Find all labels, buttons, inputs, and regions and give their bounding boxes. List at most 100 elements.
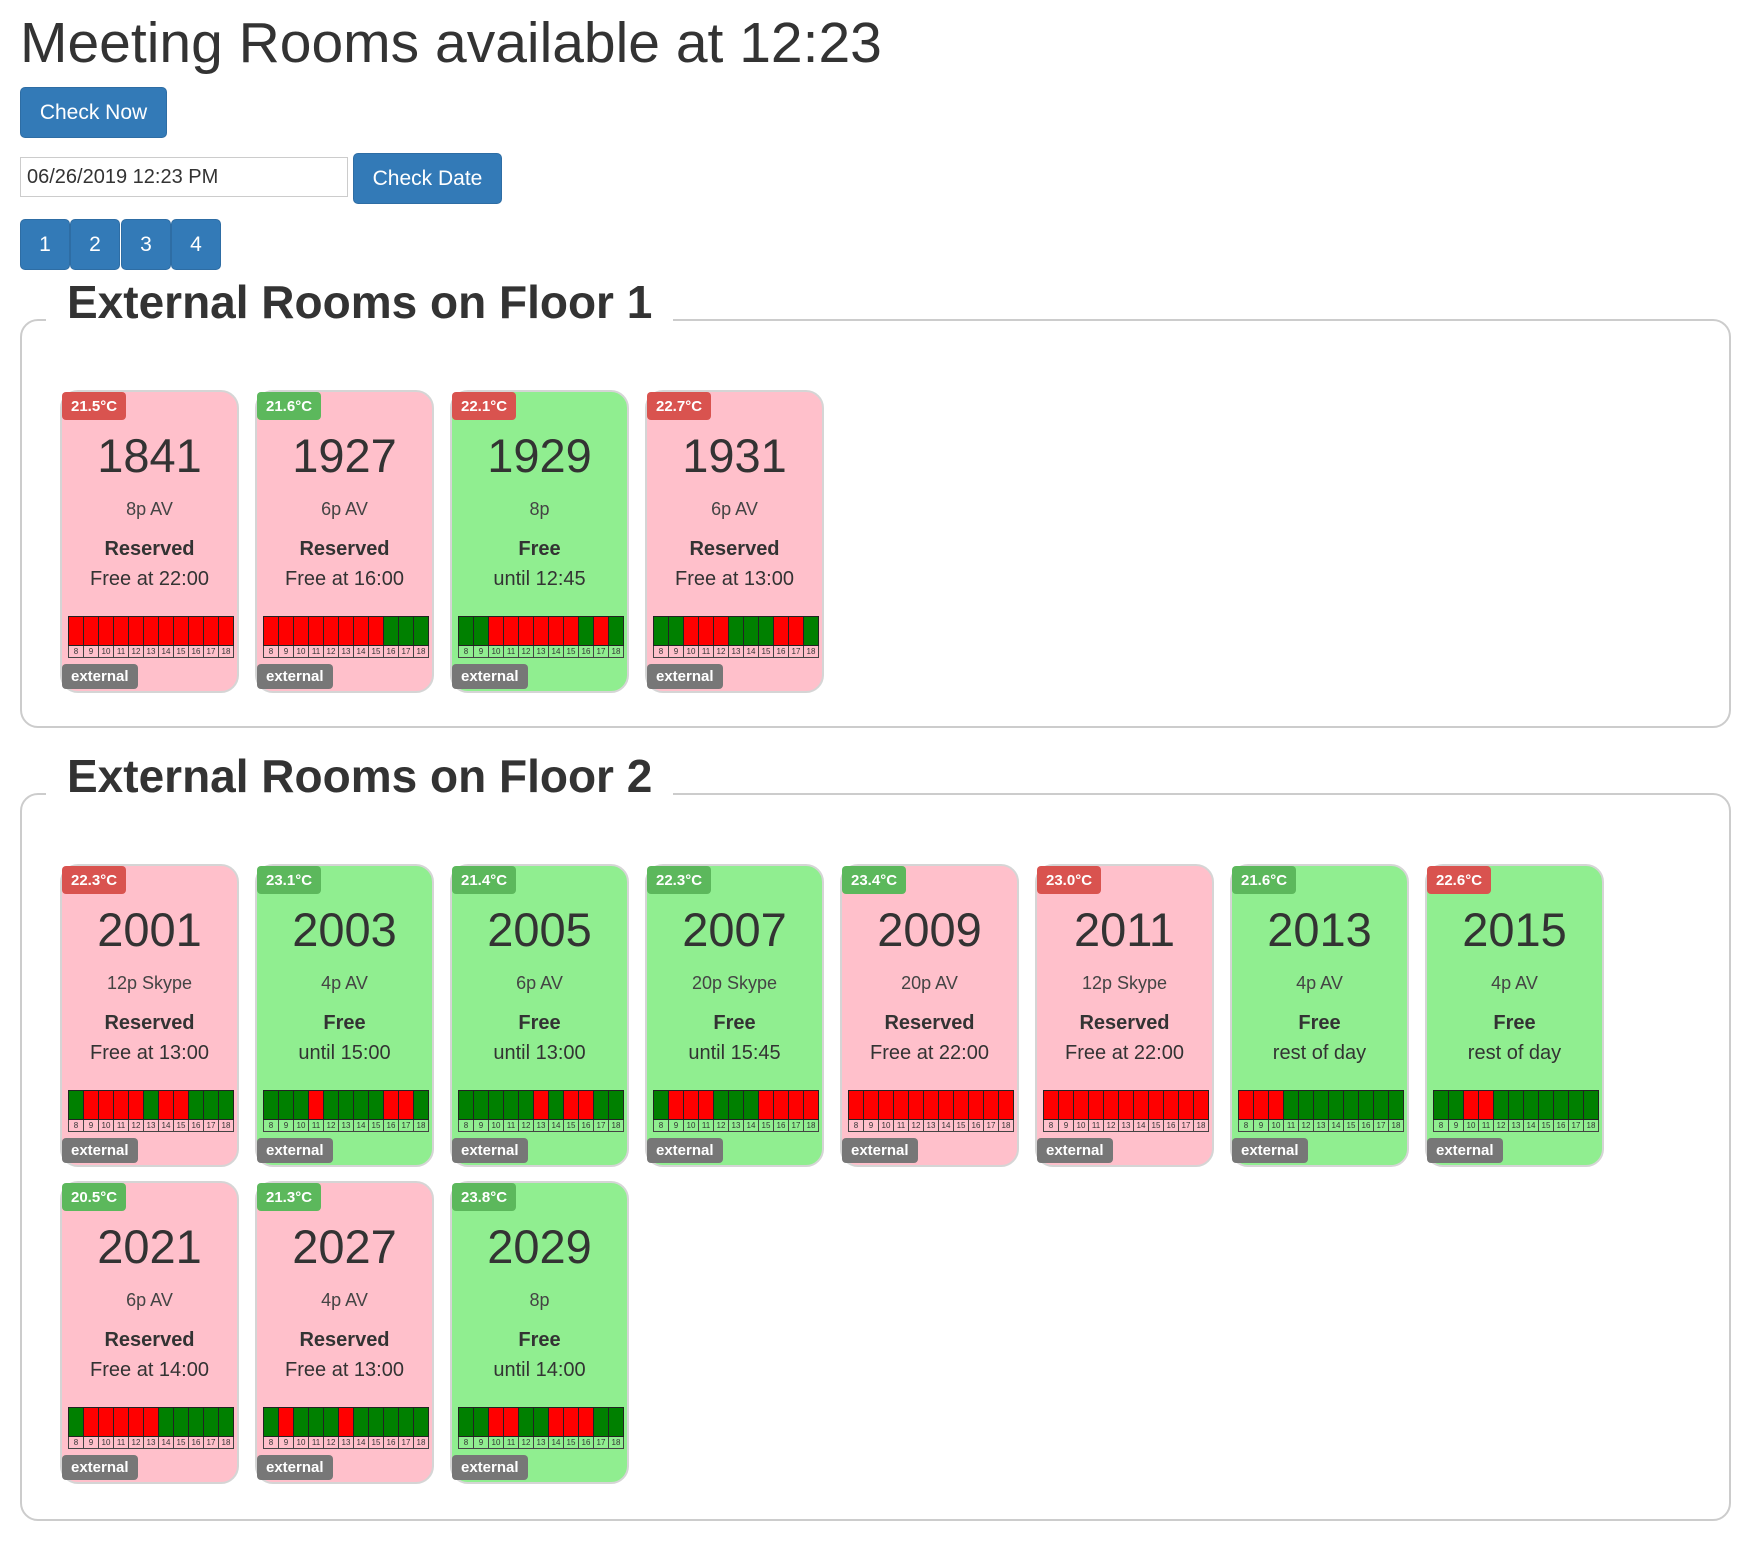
hour-label: 18: [611, 1438, 621, 1447]
timeline-slot: [264, 617, 279, 645]
timeline-slots: [653, 1090, 819, 1120]
timeline-slot: [279, 1408, 294, 1436]
room-card[interactable]: 22.3°C 2001 12p Skype Reserved Free at 13:00…: [60, 864, 239, 1167]
timeline-slot: [159, 617, 174, 645]
room-availability: Free at 22:00: [90, 568, 209, 590]
room-card[interactable]: 23.0°C 2011 12p Skype Reserved Free at 22:00…: [1035, 864, 1214, 1167]
room-card[interactable]: 22.7°C 1931 6p AV Reserved Free at 13:00 8 9 10…: [645, 390, 824, 693]
date-input[interactable]: [20, 157, 348, 197]
page-button-3[interactable]: 3: [121, 219, 171, 270]
room-capacity: 12p Skype: [106, 973, 193, 993]
external-tag: external: [1232, 1138, 1308, 1163]
timeline-slot: [1584, 1091, 1598, 1119]
room-card[interactable]: 22.6°C 2015 4p AV Free rest of day 8 9 10 11 12 13…: [1425, 864, 1604, 1167]
room-card[interactable]: 22.1°C 1929 8p Free until 12:45 8 9 10 11 12 13 14 1…: [450, 390, 629, 693]
hour-label: 14: [354, 1437, 369, 1448]
room-card[interactable]: 21.6°C 2013 4p AV Free rest of day 8 9 10 11 12 13…: [1230, 864, 1409, 1167]
hour-label: 12: [519, 1120, 534, 1131]
timeline-slot: [84, 1091, 99, 1119]
room-card[interactable]: 23.8°C 2029 8p Free until 14:00 8 9 10 11 12 13 14 1…: [450, 1181, 629, 1484]
timeline-slot: [579, 1408, 594, 1436]
room-card[interactable]: 20.5°C 2021 6p AV Reserved Free at 14:00 8 9 10…: [60, 1181, 239, 1484]
timeline-slot: [279, 1091, 294, 1119]
timeline-slot: [399, 617, 414, 645]
timeline-slot: [1149, 1091, 1164, 1119]
timeline-slot: [324, 617, 339, 645]
room-card[interactable]: 21.3°C 2027 4p AV Reserved Free at 13:00 8 9 10…: [255, 1181, 434, 1484]
hour-label: 8: [69, 1120, 84, 1131]
room-availability: until 14:00: [493, 1359, 586, 1381]
hour-label: 15: [369, 1437, 384, 1448]
external-tag: external: [452, 664, 528, 689]
timeline-hours: 8 9 10 11 12 13 14 15 16 17 18: [458, 1120, 624, 1132]
temperature-badge: 23.1°C: [257, 866, 322, 894]
timeline-slot: [309, 1408, 324, 1436]
timeline-slot: [489, 1408, 504, 1436]
timeline-slot: [159, 1091, 174, 1119]
day-timeline: 8 9 10 11 12 13 14 15 16 17 18: [1238, 1090, 1404, 1134]
room-card[interactable]: 21.6°C 1927 6p AV Reserved Free at 16:00 8 9 10…: [255, 390, 434, 693]
hour-label: 8: [1434, 1120, 1449, 1131]
timeline-slot: [84, 617, 99, 645]
timeline-slot: [1074, 1091, 1089, 1119]
external-tag: external: [1427, 1138, 1503, 1163]
page-button-4[interactable]: 4: [171, 219, 221, 270]
hour-label: 14: [549, 1437, 564, 1448]
timeline-slot: [609, 1408, 623, 1436]
timeline-slot: [459, 1091, 474, 1119]
room-card[interactable]: 21.4°C 2005 6p AV Free until 13:00 8 9 10 11 12 13…: [450, 864, 629, 1167]
timeline-slot: [309, 1091, 324, 1119]
timeline-slot: [489, 1091, 504, 1119]
temperature-badge: 21.4°C: [452, 866, 517, 894]
room-capacity: 20p AV: [901, 973, 958, 993]
timeline-slot: [804, 1091, 818, 1119]
hour-label: 18: [611, 1121, 621, 1130]
timeline-slot: [384, 1408, 399, 1436]
hour-label: 18: [221, 1438, 231, 1447]
timeline-slot: [69, 1408, 84, 1436]
hour-label: 11: [114, 646, 129, 657]
timeline-slot: [564, 1408, 579, 1436]
floor-2-rooms: 22.3°C 2001 12p Skype Reserved Free at 13:00…: [60, 864, 1700, 1498]
timeline-slot: [1374, 1091, 1389, 1119]
hour-label: 17: [594, 1437, 609, 1448]
timeline-slot: [804, 617, 818, 645]
timeline-slot: [564, 1091, 579, 1119]
timeline-slot: [954, 1091, 969, 1119]
day-timeline: 8 9 10 11 12 13 14 15 16 17 18: [458, 616, 624, 660]
page-button-1[interactable]: 1: [20, 219, 70, 270]
room-card[interactable]: 23.1°C 2003 4p AV Free until 15:00 8 9 10 11 12 13…: [255, 864, 434, 1167]
hour-label: 12: [519, 646, 534, 657]
room-card[interactable]: 22.3°C 2007 20p Skype Free until 15:45 8 9 10 11…: [645, 864, 824, 1167]
room-capacity: 4p AV: [1296, 973, 1343, 993]
hour-label: 15: [564, 646, 579, 657]
timeline-slot: [69, 1091, 84, 1119]
hour-label: 12: [324, 1120, 339, 1131]
room-status: Free: [518, 538, 561, 560]
timeline-slot: [1104, 1091, 1119, 1119]
room-availability: rest of day: [1272, 1042, 1367, 1064]
hour-label: 9: [1254, 1120, 1269, 1131]
page-button-2[interactable]: 2: [70, 219, 120, 270]
hour-label: 12: [714, 1120, 729, 1131]
timeline-slot: [699, 617, 714, 645]
check-date-button[interactable]: Check Date: [353, 153, 502, 204]
timeline-slot: [519, 617, 534, 645]
timeline-slot: [759, 1091, 774, 1119]
hour-label: 14: [744, 646, 759, 657]
hour-label: 10: [99, 1120, 114, 1131]
hour-label: 16: [189, 1437, 204, 1448]
hour-label: 13: [534, 1120, 549, 1131]
hour-label: 9: [279, 646, 294, 657]
timeline-slot: [774, 617, 789, 645]
hour-label: 10: [1269, 1120, 1284, 1131]
room-card[interactable]: 21.5°C 1841 8p AV Reserved Free at 22:00 8 9 10…: [60, 390, 239, 693]
room-number: 2027: [292, 1220, 397, 1273]
timeline-hours: 8 9 10 11 12 13 14 15 16 17 18: [68, 1437, 234, 1449]
timeline-slot: [189, 1091, 204, 1119]
room-status: Reserved: [884, 1012, 975, 1034]
room-card[interactable]: 23.4°C 2009 20p AV Reserved Free at 22:00 8 9 1…: [840, 864, 1019, 1167]
timeline-slot: [729, 1091, 744, 1119]
room-status: Reserved: [299, 1329, 390, 1351]
check-now-button[interactable]: Check Now: [20, 87, 167, 138]
